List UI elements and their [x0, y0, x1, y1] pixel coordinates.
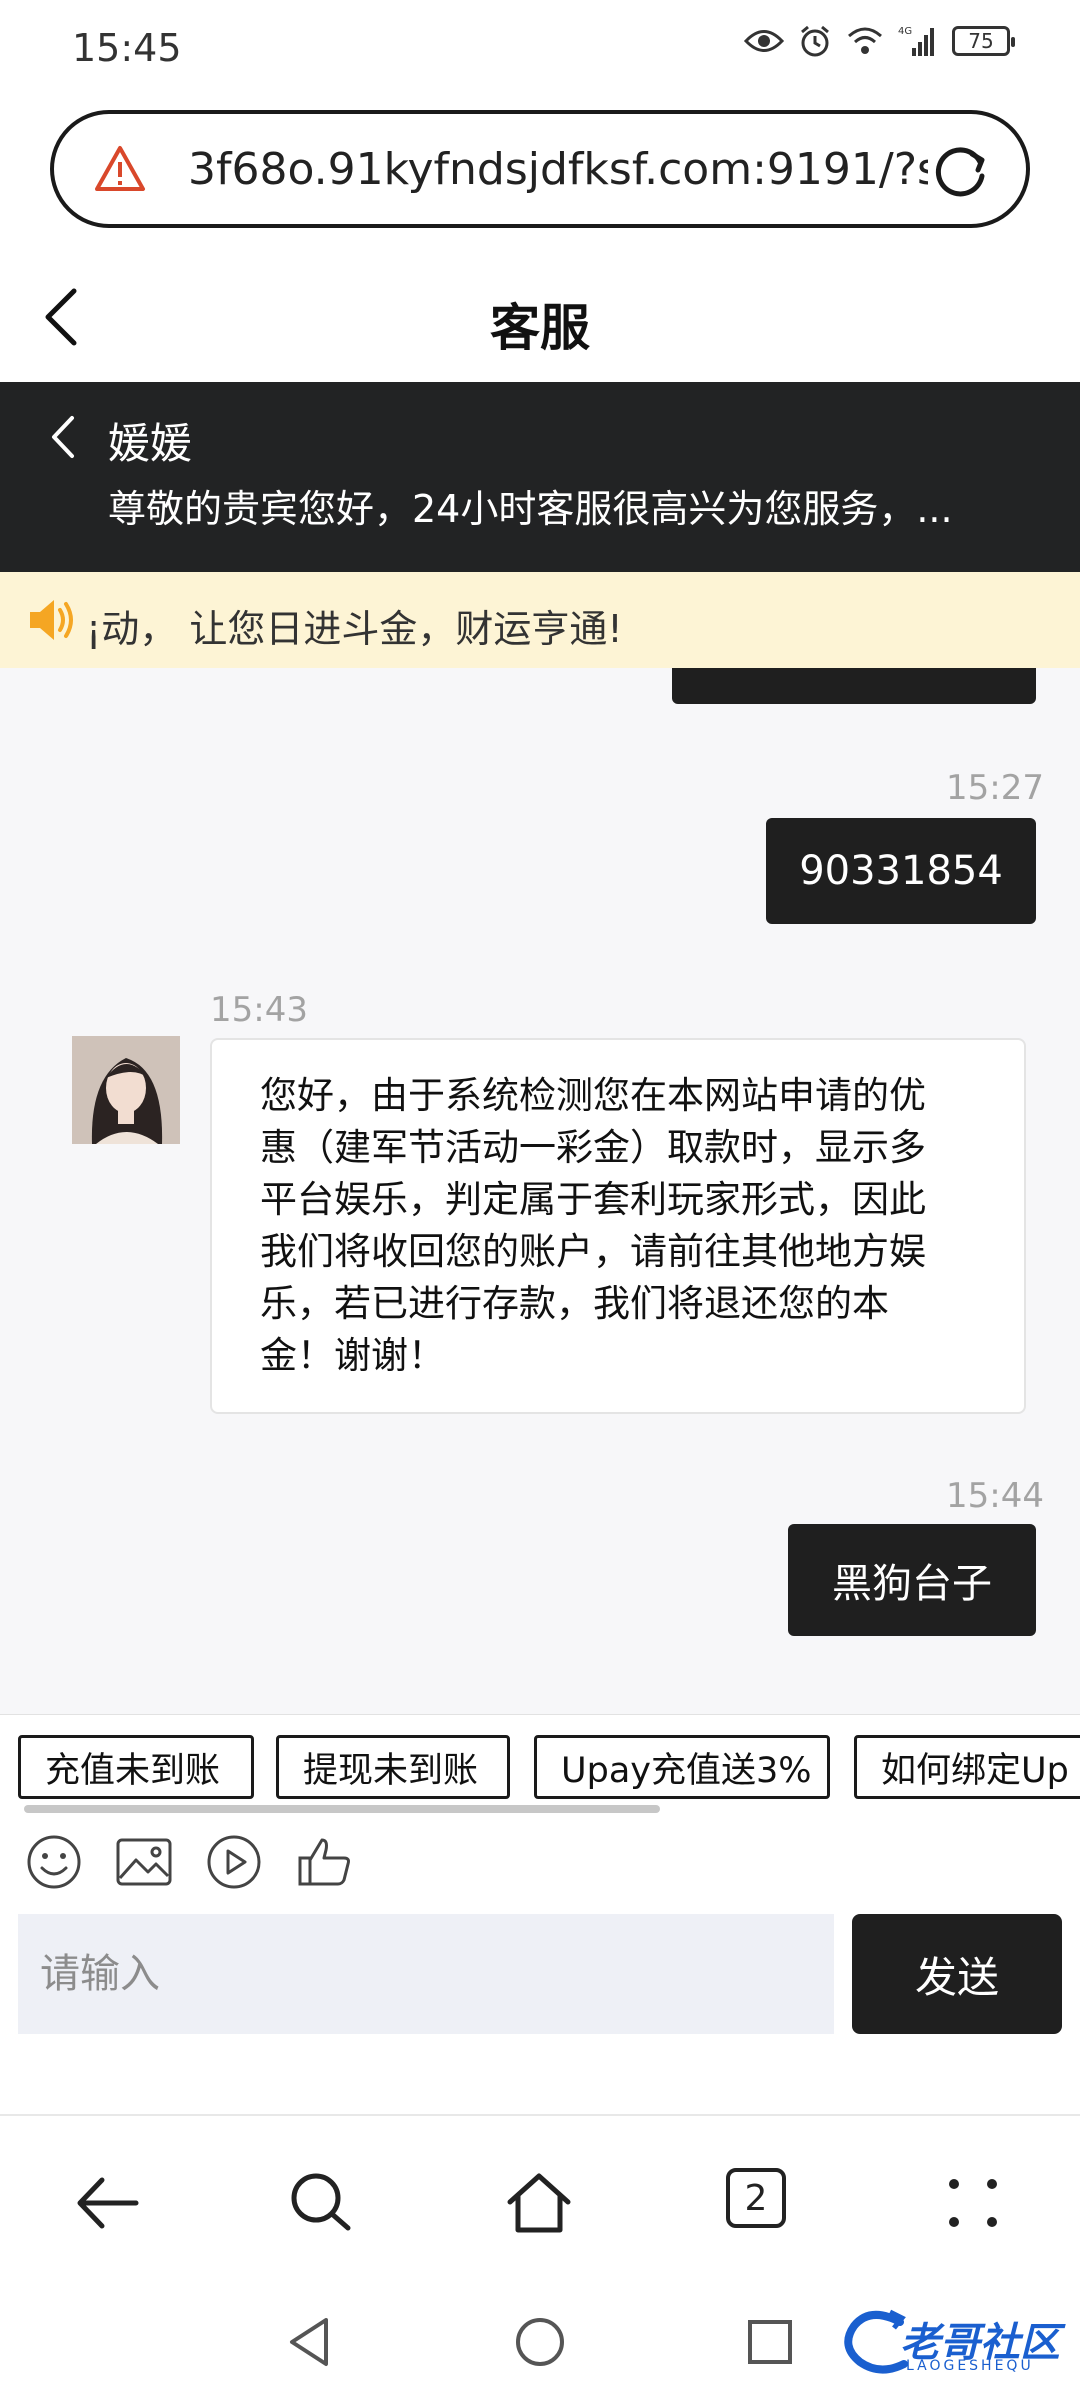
message-time: 15:43 — [210, 990, 308, 1030]
message-input[interactable] — [18, 1914, 834, 2034]
more-icon[interactable] — [938, 2168, 1008, 2238]
agent-bar: 媛媛 尊敬的贵宾您好，24小时客服很高兴为您服务，... — [0, 382, 1080, 572]
url-bar[interactable]: 3f68o.91kyfndsjdfksf.com:9191/?s — [50, 110, 1030, 228]
quick-reply-chip[interactable]: Upay充值送3% — [534, 1735, 830, 1799]
quick-reply-chip[interactable]: 充值未到账 — [18, 1735, 254, 1799]
quick-reply-scrollbar[interactable] — [24, 1805, 660, 1813]
notice-bar: ¡动， 让您日进斗金，财运亨通! — [0, 572, 1080, 668]
tabs-count-button[interactable]: 2 — [726, 2168, 786, 2228]
search-icon[interactable] — [286, 2168, 356, 2238]
emoji-icon[interactable] — [24, 1832, 84, 1892]
status-bar: 15:45 4G 75 — [0, 0, 1080, 100]
signal-icon: 4G — [898, 26, 934, 56]
message-line: 我们将收回您的账户，请前往其他地方娱 — [260, 1230, 926, 1273]
message-line: 平台娱乐，判定属于套利玩家形式，因此 — [260, 1178, 926, 1221]
system-recents-icon[interactable] — [742, 2314, 798, 2370]
battery-indicator: 75 — [952, 26, 1015, 56]
status-time: 15:45 — [72, 26, 182, 70]
send-button[interactable]: 发送 — [852, 1914, 1062, 2034]
image-icon[interactable] — [114, 1832, 174, 1892]
alarm-icon — [801, 25, 829, 57]
svg-text:4G: 4G — [898, 26, 912, 37]
agent-name: 媛媛 — [108, 419, 193, 468]
outgoing-bubble-partial — [672, 668, 1036, 704]
outgoing-bubble: 黑狗台子 — [788, 1524, 1036, 1636]
incoming-bubble: 您好，由于系统检测您在本网站申请的优 惠（建军节活动一彩金）取款时，显示多 平台… — [210, 1038, 1026, 1414]
page-title: 客服 — [490, 299, 590, 357]
video-icon[interactable] — [204, 1832, 264, 1892]
chat-area[interactable]: 15:27 90331854 15:43 您好，由于系统检测您在本网站申请的优 … — [0, 668, 1080, 1714]
watermark-logo: 老哥社区 LAOGESHEQU — [840, 2302, 1070, 2382]
page-header: 客服 — [0, 250, 1080, 380]
input-row: 发送 — [0, 1904, 1080, 2114]
message-line: 您好，由于系统检测您在本网站申请的优 — [260, 1074, 926, 1117]
message-time: 15:27 — [946, 768, 1044, 808]
warning-icon[interactable] — [94, 143, 146, 195]
chat-toolbar — [0, 1814, 1080, 1904]
message-line: 惠（建军节活动一彩金）取款时，显示多 — [260, 1126, 926, 1169]
url-text[interactable]: 3f68o.91kyfndsjdfksf.com:9191/?s — [188, 144, 928, 195]
browser-nav-bar — [0, 2114, 1080, 2286]
system-home-icon[interactable] — [512, 2314, 568, 2370]
agent-greeting: 尊敬的贵宾您好，24小时客服很高兴为您服务，... — [108, 487, 953, 531]
speaker-icon — [30, 600, 73, 640]
notice-text: ¡动， 让您日进斗金，财运亨通! — [86, 607, 623, 651]
agent-avatar — [72, 1036, 180, 1144]
eye-icon — [744, 30, 784, 52]
reload-icon[interactable] — [932, 142, 990, 200]
message-time: 15:44 — [946, 1476, 1044, 1516]
browser-back-icon[interactable] — [72, 2168, 142, 2238]
quick-reply-bar[interactable]: 充值未到账 提现未到账 Upay充值送3% 如何绑定Up — [0, 1714, 1080, 1814]
system-back-icon[interactable] — [282, 2314, 338, 2370]
thumbs-up-icon[interactable] — [294, 1832, 354, 1892]
home-icon[interactable] — [504, 2168, 574, 2238]
message-line: 金！谢谢！ — [260, 1334, 445, 1377]
message-line: 乐，若已进行存款，我们将退还您的本 — [260, 1282, 889, 1325]
watermark-subtext: LAOGESHEQU — [906, 2358, 1034, 2374]
agent-back-icon[interactable] — [44, 412, 80, 462]
status-icons: 4G 75 — [744, 24, 1015, 58]
wifi-icon — [848, 27, 882, 54]
quick-reply-chip[interactable]: 如何绑定Up — [854, 1735, 1080, 1799]
outgoing-bubble: 90331854 — [766, 818, 1036, 924]
quick-reply-chip[interactable]: 提现未到账 — [276, 1735, 510, 1799]
